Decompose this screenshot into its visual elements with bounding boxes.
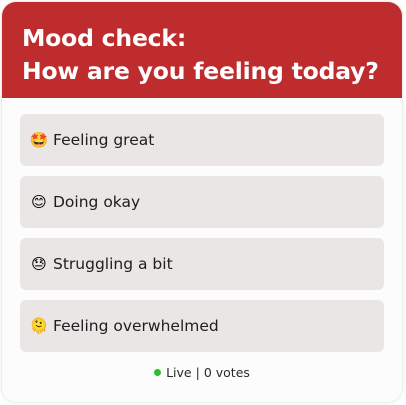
option-struggling-a-bit[interactable]: 😓 Struggling a bit (20, 238, 384, 290)
melting-face-emoji-icon: 🫠 (29, 316, 49, 335)
live-label: Live (166, 365, 192, 380)
poll-card: Mood check: How are you feeling today? 🤩… (2, 2, 402, 402)
sweat-emoji-icon: 😓 (31, 254, 47, 273)
vote-count: 0 votes (203, 365, 250, 380)
poll-status: Live | 0 votes (2, 365, 402, 380)
option-label: Struggling a bit (53, 255, 173, 273)
option-label: Feeling great (53, 131, 155, 149)
poll-title-line1: Mood check: (22, 24, 187, 52)
live-dot-icon (154, 369, 162, 376)
star-struck-emoji-icon: 🤩 (29, 130, 49, 149)
poll-header: Mood check: How are you feeling today? (2, 2, 402, 98)
option-label: Feeling overwhelmed (53, 317, 219, 335)
poll-title-line2: How are you feeling today? (22, 57, 379, 85)
option-doing-okay[interactable]: 😊 Doing okay (20, 176, 384, 228)
option-label: Doing okay (53, 193, 141, 211)
option-feeling-great[interactable]: 🤩 Feeling great (20, 114, 384, 166)
option-feeling-overwhelmed[interactable]: 🫠 Feeling overwhelmed (20, 300, 384, 352)
status-separator: | (195, 365, 200, 380)
smiling-emoji-icon: 😊 (31, 192, 47, 211)
poll-options: 🤩 Feeling great 😊 Doing okay 😓 Strugglin… (2, 98, 402, 352)
